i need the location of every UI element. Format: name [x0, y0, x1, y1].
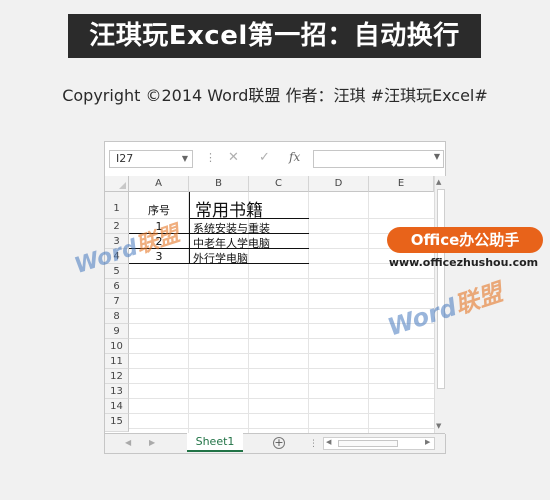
- row-header-15[interactable]: 15: [105, 414, 129, 432]
- row-header-12[interactable]: 12: [105, 369, 129, 384]
- column-header-e[interactable]: E: [369, 176, 434, 192]
- copyright-line: Copyright ©2014 Word联盟 作者：汪琪 #汪琪玩Excel#: [62, 86, 488, 105]
- watermark-cn: 联盟: [451, 278, 506, 320]
- scroll-up-icon[interactable]: ▲: [436, 178, 441, 186]
- scroll-down-icon[interactable]: ▼: [436, 422, 441, 430]
- gridline: [129, 428, 434, 429]
- scroll-right-icon[interactable]: ▶: [425, 438, 430, 446]
- row-header-7[interactable]: 7: [105, 294, 129, 309]
- excel-window: I27 ▼ ⋮ ✕ ✓ fx ▼ A B C D E 1 2 3 4 5 6 7…: [104, 141, 446, 454]
- gridline: [129, 368, 434, 369]
- column-header-d[interactable]: D: [309, 176, 369, 192]
- enter-icon[interactable]: ✓: [259, 150, 270, 165]
- column-header-b[interactable]: B: [189, 176, 249, 192]
- row-header-1[interactable]: 1: [105, 192, 129, 219]
- gridline: [129, 413, 434, 414]
- more-options-icon[interactable]: ⋮: [309, 439, 318, 449]
- insert-function-icon[interactable]: fx: [289, 150, 300, 164]
- gridline: [308, 192, 309, 433]
- column-header-c[interactable]: C: [249, 176, 309, 192]
- sheet-tab-sheet1[interactable]: Sheet1: [187, 433, 243, 452]
- column-header-a[interactable]: A: [129, 176, 189, 192]
- chevron-down-icon[interactable]: ▼: [182, 151, 188, 167]
- site-url: www.officezhushou.com: [388, 256, 539, 269]
- gridline: [129, 338, 434, 339]
- select-all-corner[interactable]: [105, 176, 129, 192]
- row-header-14[interactable]: 14: [105, 399, 129, 414]
- row-header-10[interactable]: 10: [105, 339, 129, 354]
- horizontal-scrollbar[interactable]: ◀ ▶: [323, 437, 435, 450]
- cancel-icon[interactable]: ✕: [228, 150, 239, 165]
- previous-sheet-icon[interactable]: ◀: [125, 438, 131, 447]
- cell-b1[interactable]: 常用书籍: [195, 196, 263, 221]
- formula-bar: I27 ▼ ⋮ ✕ ✓ fx ▼: [105, 142, 445, 176]
- row-header-9[interactable]: 9: [105, 324, 129, 339]
- gridline: [129, 353, 434, 354]
- name-box[interactable]: I27 ▼: [109, 150, 193, 168]
- chevron-down-icon[interactable]: ▼: [434, 152, 440, 161]
- cell-b4[interactable]: 外行学电脑: [193, 250, 248, 266]
- row-header-8[interactable]: 8: [105, 309, 129, 324]
- row-header-11[interactable]: 11: [105, 354, 129, 369]
- row-header-6[interactable]: 6: [105, 279, 129, 294]
- scrollbar-thumb[interactable]: [338, 440, 398, 447]
- formula-input[interactable]: ▼: [313, 150, 444, 168]
- gridline: [129, 383, 434, 384]
- sheet-tab-bar: ◀ ▶ Sheet1 + ⋮ ◀ ▶: [105, 433, 445, 453]
- name-box-value: I27: [116, 152, 134, 165]
- gridline: [368, 192, 369, 433]
- cell-b3[interactable]: 中老年人学电脑: [193, 235, 270, 251]
- formula-bar-separator: ⋮: [205, 151, 216, 164]
- page-banner-title: 汪琪玩Excel第一招：自动换行: [68, 14, 481, 58]
- gridline: [129, 278, 434, 279]
- table-border: [189, 192, 190, 264]
- row-header-13[interactable]: 13: [105, 384, 129, 399]
- next-sheet-icon[interactable]: ▶: [149, 438, 155, 447]
- scroll-left-icon[interactable]: ◀: [326, 438, 331, 446]
- gridline: [129, 398, 434, 399]
- gridline: [129, 293, 434, 294]
- cell-b2[interactable]: 系统安装与重装: [193, 220, 270, 236]
- add-sheet-icon[interactable]: +: [273, 437, 285, 449]
- cell-a1[interactable]: 序号: [129, 202, 189, 218]
- office-assistant-badge: Office办公助手: [387, 227, 543, 253]
